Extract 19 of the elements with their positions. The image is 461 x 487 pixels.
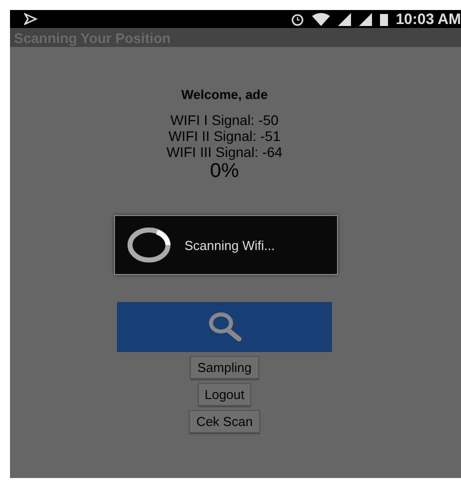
battery-icon bbox=[380, 12, 388, 26]
welcome-text: Welcome, ade bbox=[181, 87, 268, 102]
wifi-icon bbox=[312, 12, 330, 26]
signal-icon bbox=[338, 12, 351, 26]
action-button[interactable]: Sampling bbox=[190, 356, 259, 379]
signal-reading: WIFI III Signal: -64 bbox=[166, 144, 282, 160]
spinner-icon bbox=[126, 227, 170, 263]
signal-reading: WIFI II Signal: -51 bbox=[168, 128, 281, 144]
action-button[interactable]: Logout bbox=[198, 383, 252, 406]
signal-icon bbox=[358, 12, 372, 26]
play-icon bbox=[24, 13, 38, 25]
search-icon bbox=[208, 312, 242, 342]
signal-reading: WIFI I Signal: -50 bbox=[170, 112, 279, 128]
alarm-icon bbox=[290, 12, 304, 26]
dialog-message: Scanning Wifi... bbox=[184, 238, 275, 252]
search-button[interactable] bbox=[117, 302, 332, 352]
status-time: 10:03 AM bbox=[396, 10, 461, 28]
progress-percent: 0% bbox=[210, 160, 239, 183]
action-button[interactable]: Cek Scan bbox=[189, 410, 260, 433]
